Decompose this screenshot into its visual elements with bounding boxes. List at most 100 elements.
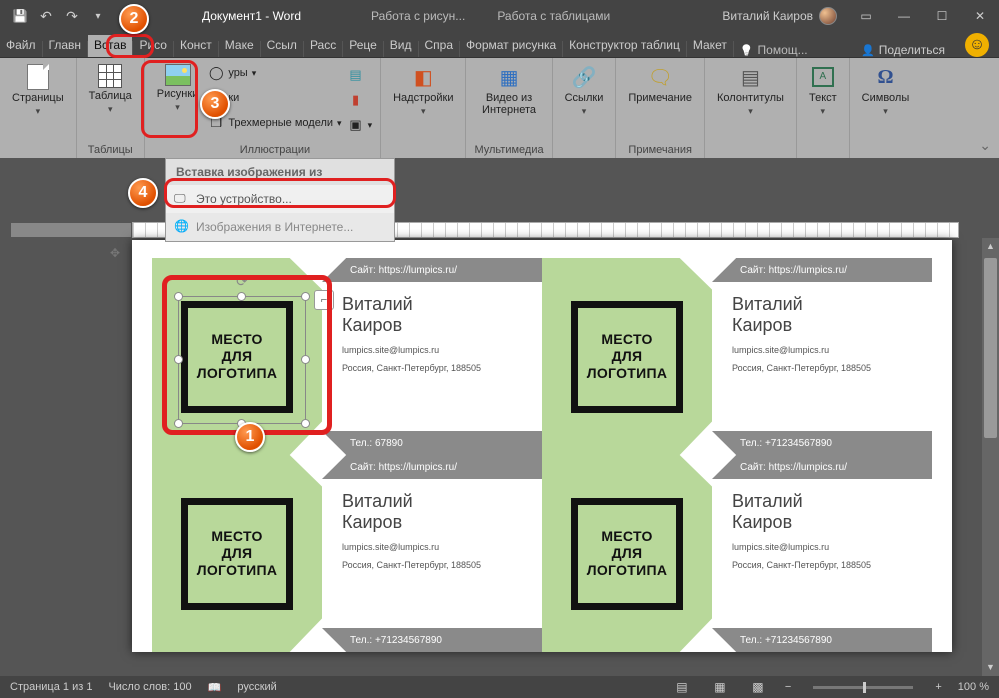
tab-table-layout[interactable]: Макет xyxy=(687,35,733,57)
screenshot-icon: ▣ xyxy=(348,117,364,133)
bulb-icon xyxy=(740,43,754,57)
view-print-layout[interactable]: ▦ xyxy=(709,678,731,696)
maximize-button[interactable]: ☐ xyxy=(923,0,961,32)
business-card[interactable]: МЕСТОДЛЯЛОГОТИПА Сайт: https://lumpics.r… xyxy=(542,258,932,455)
layout-options-button[interactable]: ⌐ xyxy=(314,290,334,310)
table-icon xyxy=(98,64,122,88)
user-name: Виталий Каиров xyxy=(722,9,813,23)
tab-home[interactable]: Главн xyxy=(43,35,88,57)
window-controls: ▭ — ☐ ✕ xyxy=(847,0,999,32)
tel-bar: Тел.: 67890 xyxy=(322,431,542,455)
text-button[interactable]: A Текст xyxy=(805,62,841,119)
tab-draw[interactable]: Рисо xyxy=(133,35,173,57)
table-move-handle[interactable]: ✥ xyxy=(110,246,120,260)
view-read-mode[interactable]: ▤ xyxy=(671,678,693,696)
status-language[interactable]: русский xyxy=(237,681,276,693)
addins-button[interactable]: ◧ Надстройки xyxy=(389,62,457,119)
online-icon: 🌐 xyxy=(174,219,188,233)
symbols-button[interactable]: Ω Символы xyxy=(858,62,914,119)
tab-layout[interactable]: Маке xyxy=(219,35,260,57)
tab-view[interactable]: Вид xyxy=(384,35,418,57)
insert-picture-menu: Вставка изображения из 🖵Это устройство..… xyxy=(165,158,395,242)
status-words[interactable]: Число слов: 100 xyxy=(108,681,191,693)
group-comments: Примечания xyxy=(624,142,696,156)
selection-frame[interactable]: ⟳ xyxy=(178,296,306,424)
menu-this-device[interactable]: 🖵Это устройство... xyxy=(166,185,394,213)
chart-button[interactable]: ▮ xyxy=(348,89,373,111)
user-account[interactable]: Виталий Каиров xyxy=(722,7,847,25)
quick-access-toolbar xyxy=(0,4,118,28)
link-icon: 🔗 xyxy=(571,64,597,90)
online-video-button[interactable]: ▦ Видео из Интернета xyxy=(474,62,543,118)
tab-file[interactable]: Файл xyxy=(0,35,42,57)
comment-button[interactable]: 🗨 Примечание xyxy=(624,62,696,106)
ribbon-options-button[interactable]: ▭ xyxy=(847,0,885,32)
zoom-slider[interactable] xyxy=(813,686,913,689)
group-media: Мультимедиа xyxy=(474,142,543,156)
context-tab-picture[interactable]: Работа с рисун... xyxy=(355,0,481,32)
document-title: Документ1 - Word xyxy=(178,9,325,23)
group-tables: Таблицы xyxy=(85,142,136,156)
undo-button[interactable] xyxy=(34,4,58,28)
zoom-in-button[interactable]: + xyxy=(935,681,941,693)
shapes-icon: ◯ xyxy=(208,65,224,81)
menu-online-images[interactable]: 🌐Изображения в Интернете... xyxy=(166,213,394,241)
device-icon: 🖵 xyxy=(174,191,188,205)
rotate-handle[interactable]: ⟳ xyxy=(236,273,248,290)
pictures-button[interactable]: Рисунки xyxy=(153,62,203,115)
smartart-button[interactable]: ▤ xyxy=(348,64,373,86)
document-area: ✥ МЕСТОДЛЯЛОГОТИПА Сайт: https://lumpics… xyxy=(0,158,999,676)
context-tab-table[interactable]: Работа с таблицами xyxy=(481,0,626,32)
collapse-ribbon-button[interactable]: ⌄ xyxy=(979,137,991,154)
tab-references[interactable]: Ссыл xyxy=(261,35,303,57)
context-tabs: Работа с рисун... Работа с таблицами xyxy=(355,0,626,32)
title-bar: Документ1 - Word Работа с рисун... Работ… xyxy=(0,0,999,32)
tell-me[interactable]: Помощ... xyxy=(740,43,808,57)
feedback-icon[interactable] xyxy=(965,33,989,57)
minimize-button[interactable]: — xyxy=(885,0,923,32)
tab-mailings[interactable]: Расс xyxy=(304,35,342,57)
site-bar: Сайт: https://lumpics.ru/ xyxy=(322,258,542,282)
status-page[interactable]: Страница 1 из 1 xyxy=(10,681,92,693)
textbox-icon: A xyxy=(810,64,836,90)
share-button[interactable]: Поделиться xyxy=(851,43,955,57)
vertical-scrollbar[interactable]: ▲▼ xyxy=(982,238,999,676)
badge-3: 3 xyxy=(200,89,230,119)
save-button[interactable] xyxy=(8,4,32,28)
zoom-level[interactable]: 100 % xyxy=(958,681,989,693)
close-button[interactable]: ✕ xyxy=(961,0,999,32)
avatar xyxy=(819,7,837,25)
video-icon: ▦ xyxy=(496,64,522,90)
headers-button[interactable]: ▤ Колонтитулы xyxy=(713,62,788,119)
ribbon: Страницы Таблица Таблицы Рисунки ◯уры▾ ◆… xyxy=(0,58,999,158)
chart-icon: ▮ xyxy=(348,92,364,108)
header-icon: ▤ xyxy=(737,64,763,90)
proofing-icon[interactable]: 📖 xyxy=(208,681,222,694)
screenshot-button[interactable]: ▣▾ xyxy=(348,114,373,136)
links-button[interactable]: 🔗 Ссылки xyxy=(561,62,608,119)
redo-button[interactable] xyxy=(60,4,84,28)
tab-help[interactable]: Спра xyxy=(419,35,460,57)
tab-insert[interactable]: Встав xyxy=(88,35,132,57)
business-card[interactable]: МЕСТОДЛЯЛОГОТИПА Сайт: https://lumpics.r… xyxy=(152,455,542,652)
scrollbar-thumb[interactable] xyxy=(984,258,997,438)
comment-icon: 🗨 xyxy=(647,64,673,90)
badge-1: 1 xyxy=(235,422,265,452)
qat-customize-button[interactable] xyxy=(86,4,110,28)
tab-design[interactable]: Конст xyxy=(174,35,218,57)
tab-review[interactable]: Реце xyxy=(343,35,383,57)
shapes-button[interactable]: ◯уры▾ xyxy=(208,62,341,84)
3dmodels-button[interactable]: ❒Трехмерные модели ▾ xyxy=(208,112,341,134)
group-illustrations: Иллюстрации xyxy=(208,142,341,156)
view-web-layout[interactable]: ▩ xyxy=(747,678,769,696)
menu-header: Вставка изображения из xyxy=(166,159,394,185)
table-button[interactable]: Таблица xyxy=(85,62,136,117)
tab-picture-format[interactable]: Формат рисунка xyxy=(460,35,562,57)
tab-table-design[interactable]: Конструктор таблиц xyxy=(563,35,686,57)
business-card[interactable]: МЕСТОДЛЯЛОГОТИПА Сайт: https://lumpics.r… xyxy=(542,455,932,652)
status-bar: Страница 1 из 1 Число слов: 100 📖 русски… xyxy=(0,676,999,698)
pages-button[interactable]: Страницы xyxy=(8,62,68,119)
badge-4: 4 xyxy=(128,178,158,208)
zoom-out-button[interactable]: − xyxy=(785,681,791,693)
smartart-icon: ▤ xyxy=(348,67,364,83)
